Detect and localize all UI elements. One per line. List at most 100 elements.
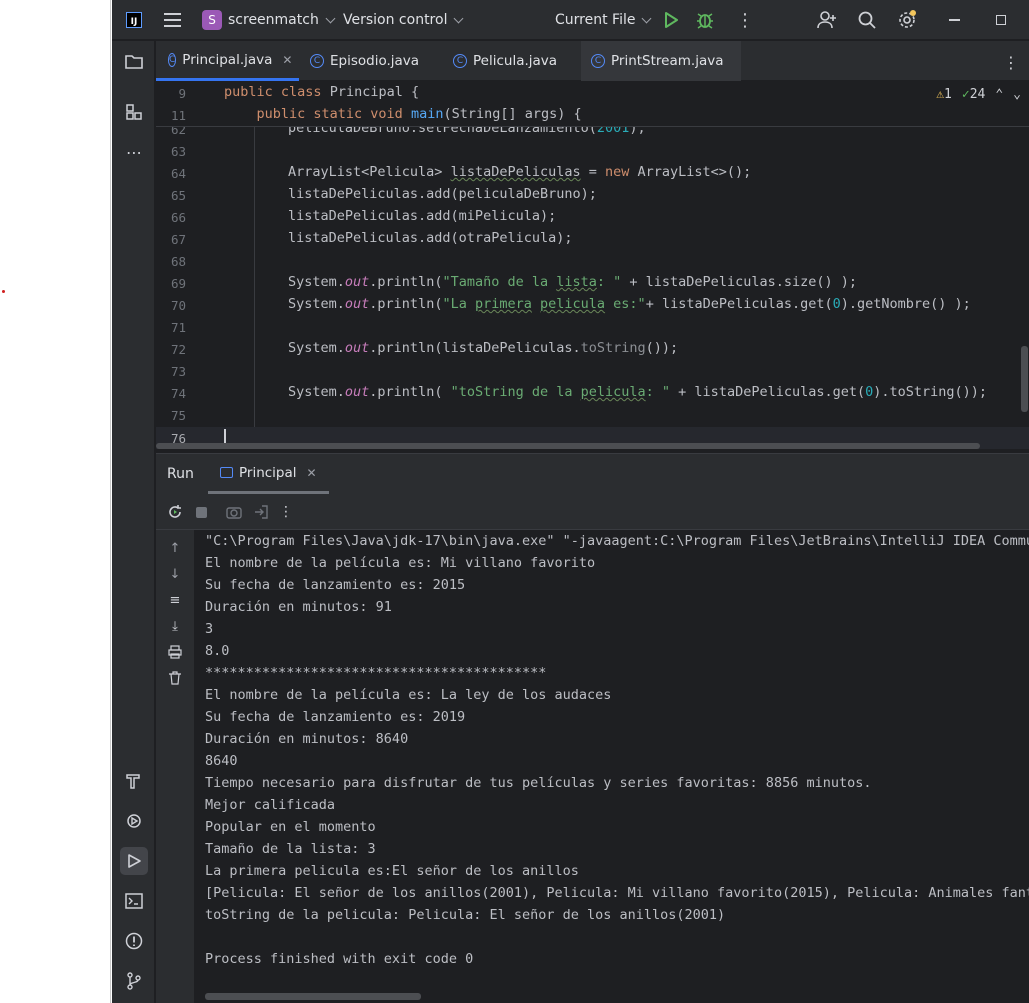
console-output[interactable]: "C:\Program Files\Java\jdk-17\bin\java.e…	[205, 530, 1029, 990]
minimize-icon[interactable]	[942, 0, 966, 40]
rerun-icon[interactable]	[165, 502, 185, 522]
console-line: 8640	[205, 753, 238, 769]
more-tabs-icon[interactable]: ⋮	[1003, 53, 1019, 72]
scroll-to-end-icon[interactable]: ⤓	[165, 616, 185, 636]
class-icon: C	[168, 52, 177, 67]
arrow-up-icon[interactable]: ↑	[165, 538, 185, 558]
soft-wrap-icon[interactable]: ≡	[165, 590, 185, 610]
console-line: Process finished with exit code 0	[205, 951, 474, 967]
run-header: Run Principal ✕	[156, 454, 1029, 494]
code-line-66: listaDePeliculas.add(miPelicula);	[288, 208, 557, 224]
code-line-69: System.out.println("Tamaño de la lista: …	[288, 274, 857, 290]
folder-icon[interactable]	[120, 47, 148, 75]
class-icon: C	[591, 54, 605, 68]
line-number: 74	[170, 386, 186, 401]
console-line: Mejor calificada	[205, 797, 336, 813]
line-number: 73	[170, 364, 186, 379]
intellij-logo-icon[interactable]: IJ	[126, 12, 142, 28]
tab-principal-java[interactable]: C Principal.java ✕	[156, 41, 299, 81]
chevron-down-icon[interactable]: ⌄	[1013, 87, 1021, 102]
editor-tabs: C Principal.java ✕ C Episodio.java C Pel…	[156, 41, 1029, 81]
services-icon[interactable]	[120, 807, 148, 835]
console-line: Popular en el momento	[205, 819, 376, 835]
close-icon[interactable]: ✕	[282, 53, 292, 67]
more-actions-icon[interactable]: ⋮	[736, 0, 754, 40]
project-widget[interactable]: S screenmatch	[202, 0, 336, 40]
console-icon	[220, 467, 233, 478]
run-configuration-label: Current File	[555, 12, 636, 28]
console-line: Tamaño de la lista: 3	[205, 841, 376, 857]
line-number: 64	[170, 166, 186, 181]
bug-icon	[697, 13, 713, 29]
console-line: toString de la pelicula: Pelicula: El se…	[205, 907, 726, 923]
play-icon	[665, 12, 678, 28]
more-tools-icon[interactable]: ⋯	[120, 138, 148, 166]
camera-icon[interactable]	[224, 502, 244, 522]
vertical-scrollbar[interactable]	[1021, 346, 1028, 412]
line-number: 69	[170, 276, 186, 291]
chevron-down-icon	[642, 13, 652, 23]
run-tab-principal[interactable]: Principal ✕	[208, 454, 329, 494]
console-line: Su fecha de lanzamiento es: 2015	[205, 577, 466, 593]
code-line-70: System.out.println("La primera pelicula …	[288, 296, 971, 312]
console-horizontal-scrollbar[interactable]	[205, 993, 421, 1000]
console-line: Duración en minutos: 91	[205, 599, 392, 615]
chevron-up-icon[interactable]: ⌃	[995, 87, 1003, 102]
run-tool-icon[interactable]	[120, 847, 148, 875]
git-branch-icon[interactable]	[120, 967, 148, 995]
run-toolbar: ⋮	[156, 494, 1029, 530]
title-bar: IJ S screenmatch Version control Current…	[112, 0, 1029, 40]
more-actions-icon[interactable]: ⋮	[276, 502, 296, 522]
tab-label: Pelicula.java	[473, 53, 558, 69]
console-line: Tiempo necesario para disfrutar de tus p…	[205, 775, 872, 791]
tab-printstream-java[interactable]: C PrintStream.java	[581, 41, 741, 81]
line-number: 67	[170, 232, 186, 247]
version-control-widget[interactable]: Version control	[343, 0, 464, 40]
horizontal-scrollbar[interactable]	[156, 443, 980, 449]
console-line: "C:\Program Files\Java\jdk-17\bin\java.e…	[205, 533, 1029, 549]
code-line-65: listaDePeliculas.add(peliculaDeBruno);	[288, 186, 597, 202]
arrow-down-icon[interactable]: ↓	[165, 564, 185, 584]
line-number: 71	[170, 320, 186, 335]
maximize-icon[interactable]	[989, 0, 1013, 40]
build-hammer-icon[interactable]	[120, 767, 148, 795]
add-user-icon[interactable]	[815, 0, 839, 40]
console-line: La primera pelicula es:El señor de los a…	[205, 863, 579, 879]
console-line: Su fecha de lanzamiento es: 2019	[205, 709, 466, 725]
tab-episodio-java[interactable]: C Episodio.java	[300, 41, 429, 81]
code-editor[interactable]: 9 public class Principal { 11 public sta…	[156, 81, 1029, 453]
run-configuration-selector[interactable]: Current File	[555, 0, 652, 40]
console-line: 3	[205, 621, 214, 637]
line-number: 70	[170, 298, 186, 313]
trash-icon[interactable]	[165, 668, 185, 688]
run-button[interactable]	[664, 0, 680, 40]
exit-icon[interactable]	[251, 502, 271, 522]
close-icon[interactable]: ✕	[307, 466, 317, 480]
line-number: 9	[178, 86, 186, 101]
tab-label: Principal.java	[182, 51, 273, 68]
console-actions: ↑ ↓ ≡ ⤓	[156, 530, 194, 1003]
line-number: 11	[170, 108, 186, 123]
print-icon[interactable]	[165, 642, 185, 662]
tab-pelicula-java[interactable]: C Pelicula.java	[443, 41, 567, 81]
desktop-background	[0, 0, 111, 1003]
line-number: 75	[170, 408, 186, 423]
tab-label: PrintStream.java	[611, 53, 724, 69]
search-icon[interactable]	[855, 0, 879, 40]
class-icon: C	[453, 54, 467, 68]
project-name: screenmatch	[228, 12, 319, 28]
terminal-icon[interactable]	[120, 887, 148, 915]
stop-icon[interactable]	[191, 502, 211, 522]
run-tab-label: Principal	[239, 464, 297, 481]
main-menu-button[interactable]	[164, 0, 182, 40]
inspection-widget[interactable]: ⚠1 ✓24 ⌃ ⌄	[936, 87, 1021, 102]
debug-button[interactable]	[696, 0, 716, 40]
red-dot-marker	[2, 290, 5, 293]
structure-icon[interactable]	[120, 98, 148, 126]
intellij-window: IJ S screenmatch Version control Current…	[112, 0, 1029, 1003]
code-line-67: listaDePeliculas.add(otraPelicula);	[288, 230, 573, 246]
console-line: El nombre de la película es: Mi villano …	[205, 555, 596, 571]
problems-icon[interactable]	[120, 927, 148, 955]
line-number: 65	[170, 188, 186, 203]
settings-gear-icon[interactable]	[895, 0, 919, 40]
